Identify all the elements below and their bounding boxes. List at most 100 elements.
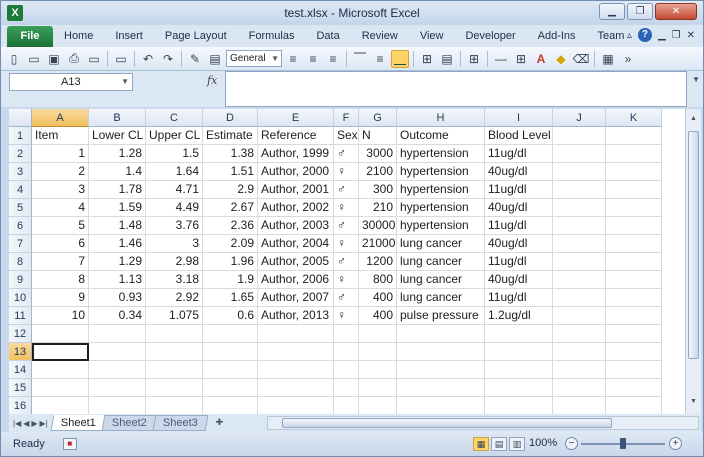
cell-d15[interactable] <box>203 379 258 397</box>
cell-j11[interactable] <box>553 307 606 325</box>
cell-f6[interactable]: ♂ <box>334 217 359 235</box>
cell-b1[interactable]: Lower CL <box>89 127 146 145</box>
open-folder-icon[interactable]: ▭ <box>25 50 43 68</box>
fx-icon[interactable]: fx <box>207 74 217 87</box>
merge-icon[interactable]: ⊞ <box>418 50 436 68</box>
cell-k3[interactable] <box>606 163 662 181</box>
cell-j8[interactable] <box>553 253 606 271</box>
more-icon[interactable]: » <box>619 50 637 68</box>
cell-d7[interactable]: 2.09 <box>203 235 258 253</box>
grid-icon[interactable]: ⊞ <box>512 50 530 68</box>
cell-j7[interactable] <box>553 235 606 253</box>
minimize-button[interactable]: ▁ <box>599 3 625 20</box>
cell-h1[interactable]: Outcome <box>397 127 485 145</box>
cell-i9[interactable]: 40ug/dl <box>485 271 553 289</box>
cell-d10[interactable]: 1.65 <box>203 289 258 307</box>
cell-b7[interactable]: 1.46 <box>89 235 146 253</box>
cell-i16[interactable] <box>485 397 553 414</box>
row-header-12[interactable]: 12 <box>9 325 32 343</box>
cell-k5[interactable] <box>606 199 662 217</box>
cell-h14[interactable] <box>397 361 485 379</box>
cell-i5[interactable]: 40ug/dl <box>485 199 553 217</box>
cell-g6[interactable]: 30000 <box>359 217 397 235</box>
cell-i8[interactable]: 11ug/dl <box>485 253 553 271</box>
cell-h13[interactable] <box>397 343 485 361</box>
cell-c4[interactable]: 4.71 <box>146 181 203 199</box>
cell-b13[interactable] <box>89 343 146 361</box>
cell-f14[interactable] <box>334 361 359 379</box>
column-header-i[interactable]: I <box>485 109 553 127</box>
cell-i14[interactable] <box>485 361 553 379</box>
tab-view[interactable]: View <box>409 26 455 47</box>
cell-k4[interactable] <box>606 181 662 199</box>
sheet-tab-sheet1[interactable]: Sheet1 <box>50 415 107 431</box>
workbook-restore-icon[interactable]: ❐ <box>672 30 681 41</box>
cell-e14[interactable] <box>258 361 334 379</box>
cell-g1[interactable]: N <box>359 127 397 145</box>
cell-h6[interactable]: hypertension <box>397 217 485 235</box>
cell-d4[interactable]: 2.9 <box>203 181 258 199</box>
borders-icon[interactable]: ⊞ <box>465 50 483 68</box>
cell-g3[interactable]: 2100 <box>359 163 397 181</box>
align-right-icon[interactable]: ≡ <box>324 50 342 68</box>
cell-i3[interactable]: 40ug/dl <box>485 163 553 181</box>
row-header-9[interactable]: 9 <box>9 271 32 289</box>
spreadsheet-grid[interactable]: A B C D E F G H I J K 1 Item Lower CL Upper… <box>9 109 685 414</box>
cell-j4[interactable] <box>553 181 606 199</box>
cell-j6[interactable] <box>553 217 606 235</box>
tab-page-layout[interactable]: Page Layout <box>154 26 238 47</box>
collapse-ribbon-icon[interactable]: ▵ <box>627 30 632 41</box>
row-header-1[interactable]: 1 <box>9 127 32 145</box>
cell-f1[interactable]: Sex <box>334 127 359 145</box>
cell-k15[interactable] <box>606 379 662 397</box>
cell-d13[interactable] <box>203 343 258 361</box>
column-header-f[interactable]: F <box>334 109 359 127</box>
cell-j13[interactable] <box>553 343 606 361</box>
wrap-text-icon[interactable]: ▤ <box>438 50 456 68</box>
cell-j1[interactable] <box>553 127 606 145</box>
cell-d8[interactable]: 1.96 <box>203 253 258 271</box>
cell-d6[interactable]: 2.36 <box>203 217 258 235</box>
row-header-13[interactable]: 13 <box>9 343 32 361</box>
cell-g15[interactable] <box>359 379 397 397</box>
cell-c15[interactable] <box>146 379 203 397</box>
cell-h4[interactable]: hypertension <box>397 181 485 199</box>
cell-f3[interactable]: ♀ <box>334 163 359 181</box>
cell-c11[interactable]: 1.075 <box>146 307 203 325</box>
new-file-icon[interactable]: ▯ <box>5 50 23 68</box>
cell-c7[interactable]: 3 <box>146 235 203 253</box>
cell-f16[interactable] <box>334 397 359 414</box>
cell-g16[interactable] <box>359 397 397 414</box>
row-header-3[interactable]: 3 <box>9 163 32 181</box>
cell-j3[interactable] <box>553 163 606 181</box>
cell-h9[interactable]: lung cancer <box>397 271 485 289</box>
folder-icon[interactable]: ▭ <box>112 50 130 68</box>
cell-d1[interactable]: Estimate <box>203 127 258 145</box>
tab-home[interactable]: Home <box>53 26 104 47</box>
tab-insert[interactable]: Insert <box>104 26 154 47</box>
cell-h12[interactable] <box>397 325 485 343</box>
name-box[interactable]: A13 ▼ <box>9 73 133 91</box>
cell-g5[interactable]: 210 <box>359 199 397 217</box>
cell-k16[interactable] <box>606 397 662 414</box>
cell-e10[interactable]: Author, 2007 <box>258 289 334 307</box>
cell-g8[interactable]: 1200 <box>359 253 397 271</box>
cell-g7[interactable]: 21000 <box>359 235 397 253</box>
cell-g10[interactable]: 400 <box>359 289 397 307</box>
cell-a2[interactable]: 1 <box>32 145 89 163</box>
cell-g2[interactable]: 3000 <box>359 145 397 163</box>
cell-b10[interactable]: 0.93 <box>89 289 146 307</box>
cell-b2[interactable]: 1.28 <box>89 145 146 163</box>
cell-a12[interactable] <box>32 325 89 343</box>
cell-c1[interactable]: Upper CL <box>146 127 203 145</box>
cell-f7[interactable]: ♀ <box>334 235 359 253</box>
undo-icon[interactable]: ↶ <box>139 50 157 68</box>
cell-a16[interactable] <box>32 397 89 414</box>
column-header-a[interactable]: A <box>32 109 89 127</box>
cell-a8[interactable]: 7 <box>32 253 89 271</box>
sheet-tab-sheet3[interactable]: Sheet3 <box>152 415 208 431</box>
cell-c5[interactable]: 4.49 <box>146 199 203 217</box>
column-header-j[interactable]: J <box>553 109 606 127</box>
cell-f12[interactable] <box>334 325 359 343</box>
cell-a10[interactable]: 9 <box>32 289 89 307</box>
